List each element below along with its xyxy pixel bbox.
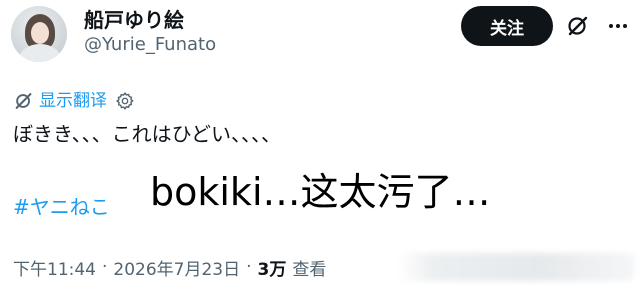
translate-row: 显示翻译: [13, 89, 135, 113]
blurred-region: [398, 253, 634, 281]
user-handle[interactable]: @Yurie_Funato: [84, 34, 216, 56]
overlay-caption: bokiki…这太污了…: [150, 170, 491, 214]
tweet-text: ぼきき、、、これはひどい、、、、: [13, 122, 281, 146]
separator-dot: ·: [246, 257, 252, 277]
grok-icon[interactable]: [566, 14, 590, 38]
show-translation-link[interactable]: 显示翻译: [39, 90, 107, 112]
tweet-card: 船戸ゆり絵 @Yurie_Funato 关注 显示翻译 ぼきき、、、これはひどい…: [0, 0, 642, 285]
avatar[interactable]: [11, 6, 67, 62]
display-name[interactable]: 船戸ゆり絵: [84, 8, 184, 32]
follow-button[interactable]: 关注: [461, 6, 553, 46]
gear-icon[interactable]: [115, 91, 135, 111]
tweet-date[interactable]: 2026年7月23日: [113, 255, 240, 280]
more-icon[interactable]: [606, 14, 630, 38]
separator-dot: ·: [102, 257, 108, 277]
translate-icon: [15, 93, 32, 109]
hashtag-link[interactable]: #ヤニねこ: [13, 194, 110, 220]
tweet-meta: 下午11:44 · 2026年7月23日 · 3万 查看: [13, 255, 327, 280]
tweet-time[interactable]: 下午11:44: [13, 255, 96, 280]
views-label: 查看: [292, 259, 327, 280]
views-count: 3万: [257, 259, 287, 280]
